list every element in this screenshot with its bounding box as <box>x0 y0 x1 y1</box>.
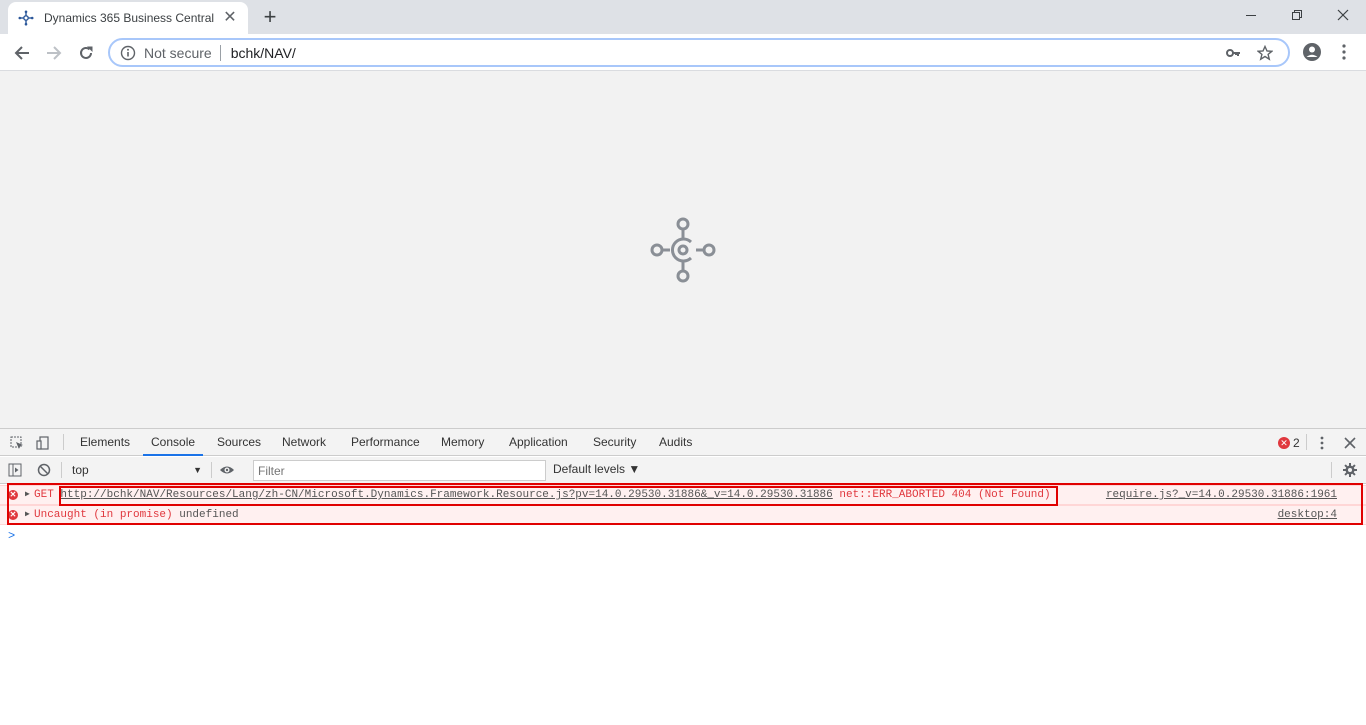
devtools-menu-icon[interactable] <box>1313 434 1331 452</box>
close-window-button[interactable] <box>1320 0 1366 30</box>
reload-icon <box>80 46 93 59</box>
error-icon: ✕ <box>1278 437 1290 449</box>
back-button[interactable] <box>8 39 36 67</box>
arrow-left-icon <box>14 46 29 60</box>
tab-separator <box>1306 434 1307 450</box>
forward-button[interactable] <box>40 39 68 67</box>
sidebar-toggle-icon[interactable] <box>6 461 24 479</box>
browser-toolbar: Not secure bchk/NAV/ <box>0 34 1366 71</box>
tab-audits[interactable]: Audits <box>651 429 700 456</box>
dynamics-logo-icon <box>18 10 34 26</box>
close-icon <box>1337 9 1349 21</box>
dropdown-arrow-icon: ▼ <box>193 465 202 475</box>
minimize-icon <box>1246 15 1256 16</box>
console-settings-gear-icon[interactable] <box>1341 461 1359 479</box>
context-value: top <box>72 463 89 477</box>
star-icon[interactable] <box>1256 44 1274 62</box>
tab-security[interactable]: Security <box>585 429 644 456</box>
filter-separator <box>211 462 212 478</box>
console-prompt[interactable]: > <box>8 529 15 543</box>
tab-console[interactable]: Console <box>143 429 204 456</box>
reload-button[interactable] <box>72 39 100 67</box>
minimize-button[interactable] <box>1228 0 1274 30</box>
more-vert-icon <box>1342 44 1346 60</box>
arrow-right-icon <box>47 46 62 60</box>
security-label[interactable]: Not secure <box>144 44 221 61</box>
tab-separator <box>63 434 64 450</box>
menu-button[interactable] <box>1332 40 1356 64</box>
tab-title: Dynamics 365 Business Central <box>44 11 215 25</box>
filter-separator <box>1331 462 1332 478</box>
restore-icon <box>1292 10 1302 20</box>
tab-sources[interactable]: Sources <box>209 429 269 456</box>
address-bar[interactable]: Not secure bchk/NAV/ <box>108 38 1290 67</box>
info-icon[interactable] <box>120 45 136 61</box>
console-filter-input[interactable] <box>253 460 546 481</box>
tab-elements[interactable]: Elements <box>72 429 138 456</box>
log-levels-dropdown[interactable]: Default levels ▼ <box>553 462 640 476</box>
console-filter-bar: top ▼ Default levels ▼ <box>0 457 1366 484</box>
highlight-box-url <box>59 486 1058 506</box>
context-selector[interactable]: top ▼ <box>66 461 206 480</box>
account-icon <box>1303 43 1321 61</box>
device-toolbar-icon[interactable] <box>34 434 52 452</box>
tab-application[interactable]: Application <box>501 429 576 456</box>
close-tab-icon[interactable]: ✕ <box>222 10 238 26</box>
url-text[interactable]: bchk/NAV/ <box>221 45 1224 61</box>
tab-memory[interactable]: Memory <box>433 429 492 456</box>
filter-separator <box>61 462 62 478</box>
devtools-tab-bar: Elements Console Sources Network Perform… <box>0 429 1366 456</box>
tab-performance[interactable]: Performance <box>343 429 428 456</box>
page-viewport <box>0 71 1366 428</box>
new-tab-button[interactable]: + <box>258 6 282 30</box>
devtools-panel: Elements Console Sources Network Perform… <box>0 428 1366 725</box>
live-expression-eye-icon[interactable] <box>218 461 236 479</box>
clear-console-icon[interactable] <box>35 461 53 479</box>
key-icon[interactable] <box>1224 44 1242 62</box>
tab-strip: Dynamics 365 Business Central ✕ + <box>0 0 1366 34</box>
error-counter[interactable]: ✕ 2 <box>1278 436 1300 450</box>
browser-tab[interactable]: Dynamics 365 Business Central ✕ <box>8 2 248 34</box>
tab-network[interactable]: Network <box>274 429 334 456</box>
loading-spinner-icon <box>650 217 716 283</box>
profile-button[interactable] <box>1300 40 1324 64</box>
inspect-element-icon[interactable] <box>8 434 26 452</box>
error-count: 2 <box>1293 436 1300 450</box>
restore-button[interactable] <box>1274 0 1320 30</box>
close-devtools-icon[interactable] <box>1341 434 1359 452</box>
